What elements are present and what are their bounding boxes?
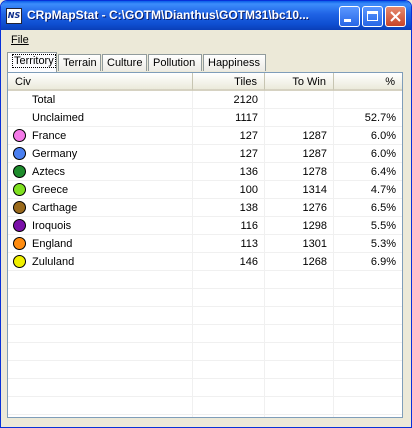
maximize-button[interactable] xyxy=(362,6,383,27)
civ-name: Greece xyxy=(32,184,69,196)
menu-bar: File xyxy=(5,31,407,49)
percent-value: 6.0% xyxy=(370,148,396,160)
tab-terrain[interactable]: Terrain xyxy=(58,54,101,71)
table-row[interactable]: Aztecs 136 1278 6.4% xyxy=(8,163,402,181)
civ-name: England xyxy=(32,238,73,250)
to-win-value: 1278 xyxy=(302,166,327,178)
civ-color-icon xyxy=(13,165,26,178)
civ-color-icon xyxy=(13,147,26,160)
to-win-value: 1276 xyxy=(302,202,327,214)
minimize-icon xyxy=(344,19,351,22)
title-bar[interactable]: NS CRpMapStat - C:\GOTM\Dianthus\GOTM31\… xyxy=(1,1,411,30)
to-win-value: 1314 xyxy=(302,184,327,196)
civ-name: Iroquois xyxy=(32,220,72,232)
table-row[interactable]: England 113 1301 5.3% xyxy=(8,235,402,253)
table-row[interactable]: Greece 100 1314 4.7% xyxy=(8,181,402,199)
table-row[interactable]: Carthage 138 1276 6.5% xyxy=(8,199,402,217)
percent-value: 4.7% xyxy=(370,184,396,196)
table-row[interactable]: Unclaimed 1117 52.7% xyxy=(8,109,402,127)
civ-name: Unclaimed xyxy=(32,112,84,124)
empty-row xyxy=(8,343,402,361)
maximize-icon xyxy=(367,11,378,21)
civ-color-icon xyxy=(13,129,26,142)
table-row[interactable]: Zululand 146 1268 6.9% xyxy=(8,253,402,271)
tiles-value: 100 xyxy=(239,184,258,196)
table-row[interactable]: Iroquois 116 1298 5.5% xyxy=(8,217,402,235)
civ-name: Zululand xyxy=(32,256,75,268)
empty-row xyxy=(8,325,402,343)
civ-name: Carthage xyxy=(32,202,78,214)
menu-file[interactable]: File xyxy=(11,34,29,46)
list-header: Civ Tiles To Win % xyxy=(8,73,402,91)
empty-row xyxy=(8,361,402,379)
app-icon[interactable]: NS xyxy=(6,8,22,24)
percent-value: 5.5% xyxy=(370,220,396,232)
to-win-value: 1298 xyxy=(302,220,327,232)
civ-name: France xyxy=(32,130,67,142)
tiles-value: 146 xyxy=(239,256,258,268)
percent-value: 6.4% xyxy=(370,166,396,178)
civ-name: Germany xyxy=(32,148,78,160)
civ-name: Aztecs xyxy=(32,166,66,178)
to-win-value: 1287 xyxy=(302,148,327,160)
column-header-civ[interactable]: Civ xyxy=(8,73,193,91)
column-header-to-win[interactable]: To Win xyxy=(265,73,334,91)
tiles-value: 138 xyxy=(239,202,258,214)
percent-value: 6.0% xyxy=(370,130,396,142)
tab-territory[interactable]: Territory xyxy=(7,52,57,72)
civ-name: Total xyxy=(32,94,56,106)
tab-happiness[interactable]: Happiness xyxy=(203,54,266,71)
percent-value: 52.7% xyxy=(364,112,396,124)
tiles-value: 136 xyxy=(239,166,258,178)
territory-list[interactable]: Civ Tiles To Win % Total 2120 Unclaimed 111… xyxy=(7,72,403,418)
tab-pollution[interactable]: Pollution xyxy=(148,54,202,71)
percent-value: 6.5% xyxy=(370,202,396,214)
table-row[interactable]: Total 2120 xyxy=(8,91,402,109)
civ-color-icon xyxy=(13,219,26,232)
empty-row xyxy=(8,289,402,307)
tiles-value: 113 xyxy=(240,238,258,250)
empty-row xyxy=(8,271,402,289)
civ-color-icon xyxy=(13,237,26,250)
to-win-value: 1287 xyxy=(302,130,327,142)
minimize-button[interactable] xyxy=(339,6,360,27)
window-title: CRpMapStat - C:\GOTM\Dianthus\GOTM31\bc1… xyxy=(27,8,310,22)
table-row[interactable]: Germany 127 1287 6.0% xyxy=(8,145,402,163)
column-header-tiles[interactable]: Tiles xyxy=(193,73,265,91)
to-win-value: 1301 xyxy=(302,238,327,250)
tiles-value: 116 xyxy=(240,220,258,232)
tiles-value: 127 xyxy=(239,148,258,160)
column-header-pct[interactable]: % xyxy=(334,73,402,91)
close-icon xyxy=(390,11,401,22)
percent-value: 5.3% xyxy=(370,238,396,250)
to-win-value: 1268 xyxy=(302,256,327,268)
civ-color-icon xyxy=(13,255,26,268)
table-row[interactable]: France 127 1287 6.0% xyxy=(8,127,402,145)
tiles-value: 127 xyxy=(239,130,258,142)
tab-culture[interactable]: Culture xyxy=(102,54,147,71)
tiles-value: 1117 xyxy=(235,112,258,124)
app-window: NS CRpMapStat - C:\GOTM\Dianthus\GOTM31\… xyxy=(0,0,412,428)
civ-color-icon xyxy=(13,183,26,196)
close-button[interactable] xyxy=(385,6,406,27)
percent-value: 6.9% xyxy=(370,256,396,268)
empty-row xyxy=(8,379,402,397)
tiles-value: 2120 xyxy=(233,94,258,106)
empty-row xyxy=(8,397,402,415)
civ-color-icon xyxy=(13,201,26,214)
empty-row xyxy=(8,307,402,325)
